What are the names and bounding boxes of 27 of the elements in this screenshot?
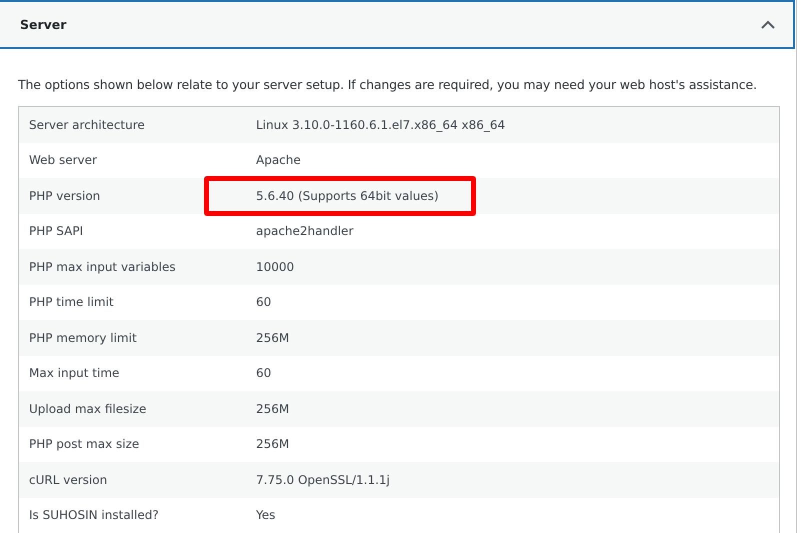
table-cell-text: apache2handler xyxy=(255,223,354,240)
table-cell-text: PHP version xyxy=(28,188,102,203)
table-cell-text: Server architecture xyxy=(28,118,146,132)
table-cell-text: Upload max filesize xyxy=(28,402,148,416)
table-cell-text: 10000 xyxy=(255,258,296,276)
chevron-icon xyxy=(761,20,775,29)
table-cell-text: PHP time limit xyxy=(28,295,115,310)
table-cell-text: 256M xyxy=(255,330,290,347)
table-cell-text: Is SUHOSIN installed? xyxy=(28,508,160,522)
table-cell-text: 60 xyxy=(255,294,272,312)
table-cell-text: cURL version xyxy=(28,472,108,487)
table-cell-text: Yes xyxy=(255,507,276,524)
table-cell-text: Linux 3.10.0-1160.6.1.el7.x86_64 x86_64 xyxy=(255,116,506,134)
table-cell-text: 256M xyxy=(255,400,290,418)
table-cell-text: PHP SAPI xyxy=(28,224,84,238)
table-cell-text: PHP post max size xyxy=(28,437,140,452)
description-text: The options shown below relate to your server setup. If changes are required, you may need your web host's assistance. xyxy=(18,77,758,92)
section-header[interactable]: Server xyxy=(0,0,795,49)
table-cell-text: Max input time xyxy=(28,366,120,380)
table-cell-text: PHP max input variables xyxy=(28,260,177,274)
table-cell-text: Web server xyxy=(28,153,98,168)
table-cell-text: 60 xyxy=(255,365,272,382)
table-cell: 5.6.40 (Supports 64bit values) xyxy=(204,176,476,216)
table-cell-text: 256M xyxy=(255,436,290,454)
table-cell-text: PHP memory limit xyxy=(28,330,138,345)
table-cell-text: 7.75.0 OpenSSL/1.1.1j xyxy=(255,472,391,489)
table-cell-text: Apache xyxy=(255,152,302,170)
